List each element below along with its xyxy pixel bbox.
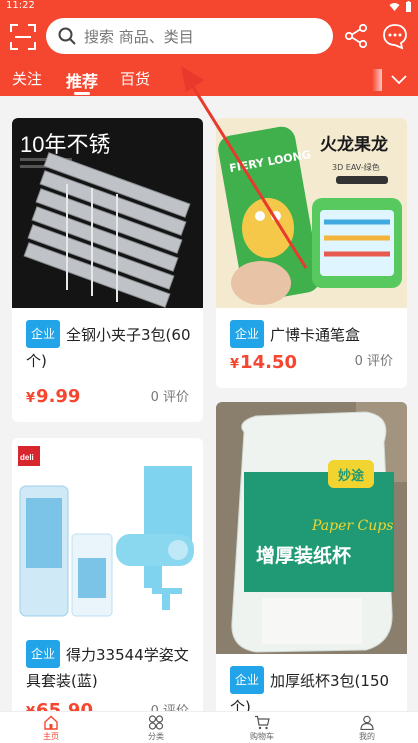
header: 搜索 商品、类目 关注 推荐 百货 [0,12,418,96]
nav-item-cart[interactable]: 购物车 [232,715,292,742]
nav-label: 购物车 [250,732,274,741]
price-value: 14.50 [240,352,297,373]
nav-label: 我的 [359,732,375,741]
image-brand: deli [20,453,34,462]
product-title[interactable]: 企业 全钢小夹子3包(60个) [26,320,196,374]
product-card[interactable]: deli 企业得力33544学姿文具套装(蓝) ¥65.90 0 评价 [12,438,203,738]
nav-item-mine[interactable]: 我的 [337,715,397,742]
nav-item-home[interactable]: 主页 [21,715,81,742]
chevron-down-icon[interactable] [388,68,410,90]
tab-follow[interactable]: 关注 [12,68,42,89]
bottom-nav: 主页 分类 购物车 我的 [0,711,418,743]
wifi-icon [389,2,400,11]
product-image[interactable]: 火龙果龙 3D EAV-绿色 FIERY LOONG [216,118,407,308]
product-image[interactable]: 10年不锈 [12,118,203,308]
battery-icon [406,0,411,12]
enterprise-badge: 企业 [26,640,61,668]
status-time: 11:22 [6,0,35,11]
product-card[interactable]: 妙途 Paper Cups 增厚装纸杯 企业 加厚纸杯3包(150个) [216,402,407,738]
tab-scroll-fade [372,69,382,91]
status-icons [389,0,412,12]
tab-general-goods[interactable]: 百货 [120,68,150,89]
user-icon [360,715,374,730]
product-reviews: 0 评价 [354,354,393,369]
product-title[interactable]: 企业 广博卡通笔盒 [230,320,400,348]
enterprise-badge: 企业 [26,320,61,348]
share-icon[interactable] [343,23,369,49]
price-value: 9.99 [36,386,81,407]
nav-item-category[interactable]: 分类 [126,715,186,742]
scan-icon[interactable] [10,24,36,50]
cart-icon [255,715,270,730]
enterprise-badge: 企业 [230,320,265,348]
image-brand: 妙途 [338,468,365,484]
product-reviews: 0 评价 [150,390,189,405]
product-card[interactable]: 10年不锈 企业 全钢小夹子3包(60个) ¥9.99 0 评价 [12,118,203,422]
product-card[interactable]: 火龙果龙 3D EAV-绿色 FIERY LOONG 企业 广博卡通笔盒 ¥14.… [216,118,407,388]
product-title-text: 广博卡通笔盒 [270,326,361,344]
search-placeholder: 搜索 商品、类目 [84,27,194,46]
product-price: ¥14.50 [230,352,297,373]
enterprise-badge: 企业 [230,666,265,694]
tab-recommend[interactable]: 推荐 [66,68,98,92]
category-tabs: 关注 推荐 百货 [0,66,418,96]
image-subcaption: 3D EAV-绿色 [332,162,380,172]
category-icon [148,715,164,730]
image-subcaption: Paper Cups [311,518,393,534]
active-tab-indicator [74,92,90,95]
product-image[interactable]: 妙途 Paper Cups 增厚装纸杯 [216,402,407,654]
nav-label: 分类 [148,732,164,741]
image-caption: 增厚装纸杯 [256,544,351,567]
image-caption: 火龙果龙 [320,134,388,155]
nav-label: 主页 [43,732,59,741]
search-input[interactable]: 搜索 商品、类目 [46,18,333,54]
product-image[interactable]: deli [12,438,203,628]
product-title[interactable]: 企业 得力33544学姿文具套装(蓝) [26,640,196,694]
home-icon [44,715,58,730]
product-price: ¥9.99 [26,386,80,407]
price-symbol: ¥ [230,357,240,372]
status-bar: 11:22 [0,0,418,12]
price-symbol: ¥ [26,391,36,406]
search-icon [58,27,76,45]
message-icon[interactable] [381,22,409,50]
image-caption: 10年不锈 [20,132,110,157]
